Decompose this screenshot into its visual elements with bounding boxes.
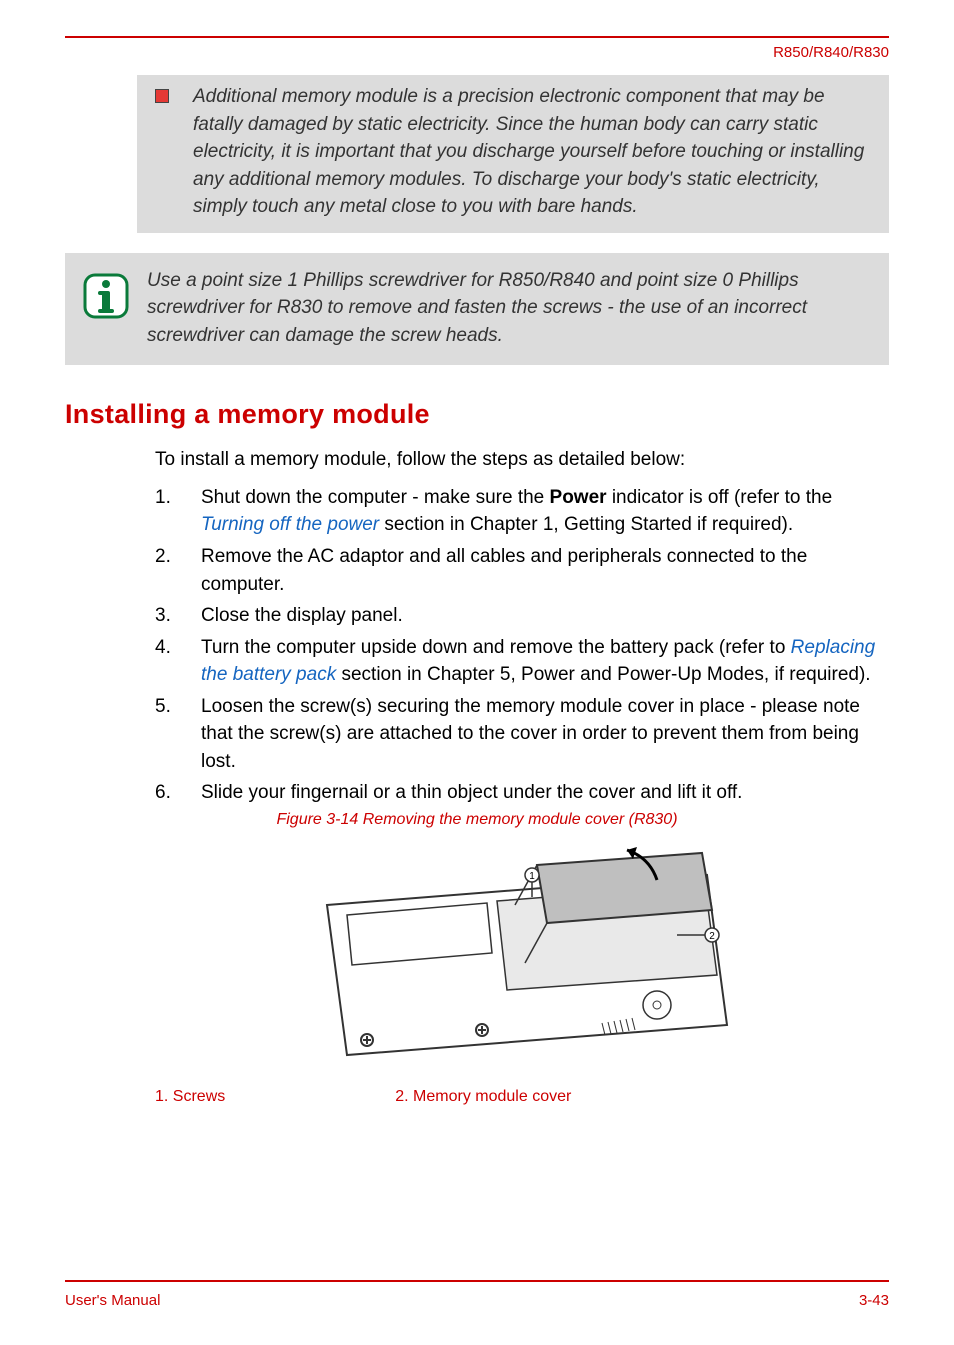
step-body: Slide your fingernail or a thin object u… xyxy=(201,779,889,807)
step-body: Remove the AC adaptor and all cables and… xyxy=(201,543,889,598)
section-intro: To install a memory module, follow the s… xyxy=(155,446,889,474)
step-number: 6. xyxy=(155,779,175,807)
info-text: Use a point size 1 Phillips screwdriver … xyxy=(147,267,871,350)
list-item: 5. Loosen the screw(s) securing the memo… xyxy=(155,693,889,776)
link-turning-off-power[interactable]: Turning off the power xyxy=(201,514,379,535)
list-item: 3. Close the display panel. xyxy=(155,602,889,630)
step-body: Loosen the screw(s) securing the memory … xyxy=(201,693,889,776)
memory-cover-diagram-icon: 1 2 xyxy=(307,835,737,1075)
figure-image: 1 2 xyxy=(155,835,889,1080)
info-icon xyxy=(83,273,129,319)
step-number: 2. xyxy=(155,543,175,598)
step-bold: Power xyxy=(550,487,607,508)
step-text: Turn the computer upside down and remove… xyxy=(201,637,791,658)
step-number: 4. xyxy=(155,634,175,689)
step-number: 3. xyxy=(155,602,175,630)
step-body: Close the display panel. xyxy=(201,602,889,630)
list-item: 2. Remove the AC adaptor and all cables … xyxy=(155,543,889,598)
step-text: indicator is off (refer to the xyxy=(607,487,833,508)
list-item: 1. Shut down the computer - make sure th… xyxy=(155,484,889,539)
warning-callout: Additional memory module is a precision … xyxy=(137,75,889,233)
page-footer: User's Manual 3-43 xyxy=(65,1280,889,1309)
step-body: Shut down the computer - make sure the P… xyxy=(201,484,889,539)
step-body: Turn the computer upside down and remove… xyxy=(201,634,889,689)
footer-right: 3-43 xyxy=(859,1292,889,1309)
warning-text: Additional memory module is a precision … xyxy=(193,83,871,221)
figure-label-1: 1. Screws xyxy=(155,1088,225,1106)
step-number: 1. xyxy=(155,484,175,539)
warning-bullet-icon xyxy=(155,89,169,103)
figure-caption: Figure 3-14 Removing the memory module c… xyxy=(65,811,889,829)
svg-text:1: 1 xyxy=(529,871,535,882)
section-heading: Installing a memory module xyxy=(65,399,889,430)
header-product: R850/R840/R830 xyxy=(65,44,889,61)
step-text: section in Chapter 5, Power and Power-Up… xyxy=(336,664,870,685)
step-text: Shut down the computer - make sure the xyxy=(201,487,550,508)
list-item: 6. Slide your fingernail or a thin objec… xyxy=(155,779,889,807)
figure-label-2: 2. Memory module cover xyxy=(395,1088,571,1106)
step-text: section in Chapter 1, Getting Started if… xyxy=(379,514,793,535)
footer-left: User's Manual xyxy=(65,1292,160,1309)
svg-text:2: 2 xyxy=(709,931,715,942)
list-item: 4. Turn the computer upside down and rem… xyxy=(155,634,889,689)
info-callout: Use a point size 1 Phillips screwdriver … xyxy=(65,253,889,366)
step-number: 5. xyxy=(155,693,175,776)
top-rule xyxy=(65,36,889,38)
